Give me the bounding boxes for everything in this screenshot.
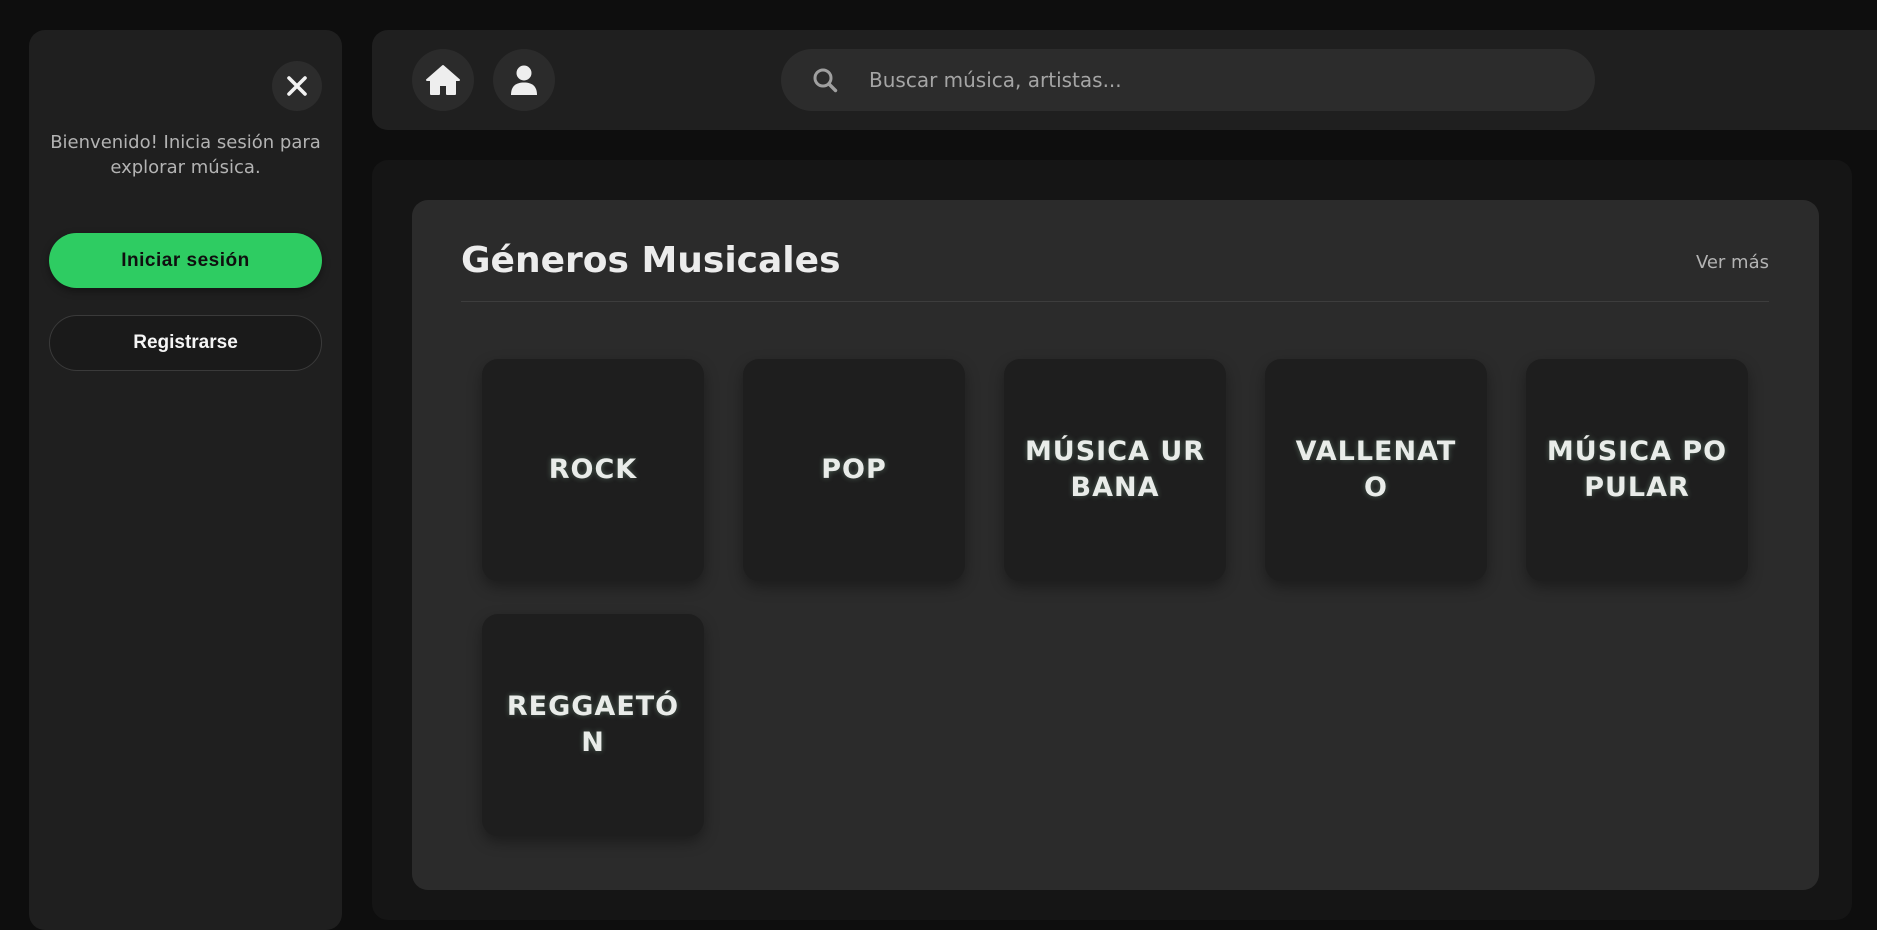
see-more-link[interactable]: Ver más [1696,252,1769,273]
genre-card-vallenato[interactable]: VALLENATO [1265,359,1487,581]
home-icon [426,65,460,95]
login-button[interactable]: Iniciar sesión [49,233,322,288]
top-bar [372,30,1877,130]
genre-label: REGGAETÓN [506,691,680,758]
genre-card-pop[interactable]: POP [743,359,965,581]
close-sidebar-button[interactable] [272,61,322,111]
home-button[interactable] [412,49,474,111]
genre-label: POP [821,454,887,485]
genre-card-reggaeton[interactable]: REGGAETÓN [482,614,704,836]
search-icon [781,67,869,93]
register-button[interactable]: Registrarse [49,315,322,371]
section-title: Géneros Musicales [461,240,841,281]
genre-label: MÚSICA POPULAR [1546,436,1728,503]
genre-card-musica-popular[interactable]: MÚSICA POPULAR [1526,359,1748,581]
genre-label: ROCK [548,454,638,485]
genre-card-rock[interactable]: ROCK [482,359,704,581]
search-input[interactable] [869,68,1595,92]
divider [461,301,1769,302]
genres-panel: Géneros Musicales Ver más ROCK POP MÚSIC… [412,200,1819,890]
user-icon [511,65,537,95]
close-icon [287,76,307,96]
genre-label: MÚSICA URBANA [1024,436,1206,503]
profile-button[interactable] [493,49,555,111]
genre-label: VALLENATO [1295,436,1457,503]
search-bar[interactable] [781,49,1595,111]
genre-card-musica-urbana[interactable]: MÚSICA URBANA [1004,359,1226,581]
sidebar: Bienvenido! Inicia sesión para explorar … [29,30,342,930]
welcome-message: Bienvenido! Inicia sesión para explorar … [50,132,321,178]
